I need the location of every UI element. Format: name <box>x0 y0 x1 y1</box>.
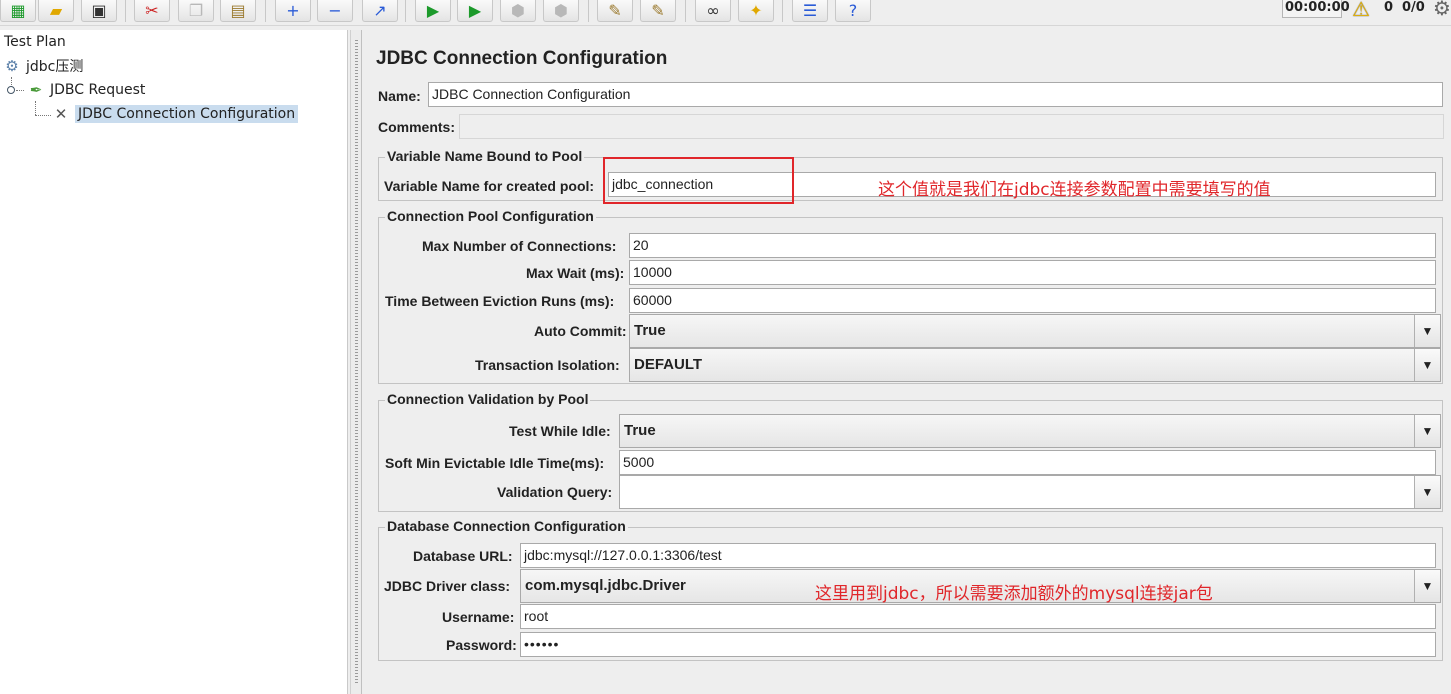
tree-node-label: Test Plan <box>4 34 66 50</box>
password-field[interactable]: •••••• <box>520 632 1436 657</box>
toolbar-separator <box>588 0 589 22</box>
tree-expand-toggle[interactable] <box>7 86 15 94</box>
tree-node-thread-group[interactable]: ⚙ jdbc压测 <box>2 55 83 77</box>
toolbar-separator <box>782 0 783 22</box>
warning-icon[interactable]: ⚠ <box>1352 0 1378 20</box>
tree-node-label: JDBC Request <box>50 82 146 98</box>
stop-icon[interactable]: ⬢ <box>500 0 536 22</box>
tree-node-label: jdbc压测 <box>26 59 84 75</box>
name-label: Name: <box>378 88 421 104</box>
comments-label: Comments: <box>378 119 456 135</box>
soft-min-idle-field[interactable]: 5000 <box>619 450 1436 475</box>
group-title: Connection Pool Configuration <box>385 208 596 224</box>
function-helper-icon[interactable]: ☰ <box>792 0 828 22</box>
chevron-down-icon[interactable]: ▼ <box>1414 349 1440 381</box>
transaction-isolation-value: DEFAULT <box>634 356 703 373</box>
pipette-icon: ✒ <box>29 81 43 99</box>
comments-field[interactable] <box>459 114 1444 139</box>
start-no-pause-icon[interactable]: ▶ <box>457 0 493 22</box>
max-connections-field[interactable]: 20 <box>629 233 1436 258</box>
annotation-variable-note: 这个值就是我们在jdbc连接参数配置中需要填写的值 <box>878 180 1271 200</box>
chevron-down-icon[interactable]: ▼ <box>1414 315 1440 347</box>
annotation-driver-note: 这里用到jdbc，所以需要添加额外的mysql连接jar包 <box>815 584 1213 604</box>
max-connections-label: Max Number of Connections: <box>422 238 617 254</box>
toolbar-separator <box>405 0 406 22</box>
toolbar-separator <box>125 0 126 22</box>
test-while-idle-select[interactable]: True ▼ <box>619 414 1441 448</box>
transaction-isolation-select[interactable]: DEFAULT ▼ <box>629 348 1441 382</box>
pane-splitter[interactable] <box>350 30 362 694</box>
warning-count: 0 <box>1384 0 1394 15</box>
group-title: Database Connection Configuration <box>385 518 628 534</box>
database-url-label: Database URL: <box>413 548 513 564</box>
jdbc-driver-value: com.mysql.jdbc.Driver <box>525 577 686 594</box>
gear-icon: ⚙ <box>1433 0 1451 20</box>
start-icon[interactable]: ▶ <box>415 0 451 22</box>
name-field[interactable]: JDBC Connection Configuration <box>428 82 1443 107</box>
auto-commit-value: True <box>634 322 666 339</box>
chevron-down-icon[interactable]: ▼ <box>1414 570 1440 602</box>
max-wait-label: Max Wait (ms): <box>526 265 625 281</box>
group-title: Variable Name Bound to Pool <box>385 148 585 164</box>
test-while-idle-value: True <box>624 422 656 439</box>
eviction-runs-label: Time Between Eviction Runs (ms): <box>385 293 615 309</box>
reset-search-icon[interactable]: ✦ <box>738 0 774 22</box>
password-label: Password: <box>446 637 517 653</box>
jdbc-driver-label: JDBC Driver class: <box>384 578 511 594</box>
templates-icon[interactable]: ▦ <box>0 0 36 22</box>
test-while-idle-label: Test While Idle: <box>509 423 611 439</box>
splitter-grip <box>355 40 358 684</box>
elapsed-timer: 00:00:00 <box>1282 0 1350 18</box>
copy-icon[interactable]: ❐ <box>178 0 214 22</box>
tree-connector <box>35 101 36 115</box>
expand-icon[interactable]: + <box>275 0 311 22</box>
tree-node-test-plan[interactable]: Test Plan <box>4 31 66 53</box>
auto-commit-select[interactable]: True ▼ <box>629 314 1441 348</box>
group-title: Connection Validation by Pool <box>385 391 591 407</box>
variable-name-label: Variable Name for created pool: <box>384 178 595 194</box>
test-plan-tree: Test Plan ⚙ jdbc压测 ✒ JDBC Request ✕ JDBC… <box>0 30 348 694</box>
toolbar-separator <box>265 0 266 22</box>
tree-connector <box>16 90 24 91</box>
tree-node-jdbc-request[interactable]: ✒ JDBC Request <box>26 79 146 101</box>
max-wait-field[interactable]: 10000 <box>629 260 1436 285</box>
clear-all-icon[interactable]: ✎ <box>640 0 676 22</box>
toggle-icon[interactable]: ↗ <box>362 0 398 22</box>
transaction-isolation-label: Transaction Isolation: <box>475 357 620 373</box>
help-icon[interactable]: ? <box>835 0 871 22</box>
search-icon[interactable]: ∞ <box>695 0 731 22</box>
toolbar-separator <box>685 0 686 22</box>
validation-query-label: Validation Query: <box>497 484 613 500</box>
chevron-down-icon[interactable]: ▼ <box>1414 476 1440 508</box>
tree-node-label: JDBC Connection Configuration <box>75 105 299 123</box>
page-title: JDBC Connection Configuration <box>376 48 668 69</box>
toolbar: ▦ ▰ ▣ ✂ ❐ ▤ + − ↗ ▶ ▶ ⬢ ⬢ ✎ ✎ ∞ ✦ ☰ ? 00… <box>0 0 1451 26</box>
tree-connector <box>35 115 51 116</box>
save-icon[interactable]: ▣ <box>81 0 117 22</box>
paste-icon[interactable]: ▤ <box>220 0 256 22</box>
annotation-highlight-box <box>603 157 794 204</box>
soft-min-idle-label: Soft Min Evictable Idle Time(ms): <box>385 455 605 471</box>
open-icon[interactable]: ▰ <box>38 0 74 22</box>
cut-icon[interactable]: ✂ <box>134 0 170 22</box>
active-threads-count: 0/0 <box>1402 0 1425 15</box>
clear-icon[interactable]: ✎ <box>597 0 633 22</box>
username-label: Username: <box>442 609 515 625</box>
thread-group-icon: ⚙ <box>5 57 19 75</box>
shutdown-icon[interactable]: ⬢ <box>543 0 579 22</box>
validation-query-select[interactable]: ▼ <box>619 475 1441 509</box>
eviction-runs-field[interactable]: 60000 <box>629 288 1436 313</box>
tree-node-jdbc-config[interactable]: ✕ JDBC Connection Configuration <box>51 103 299 125</box>
chevron-down-icon[interactable]: ▼ <box>1414 415 1440 447</box>
collapse-icon[interactable]: − <box>317 0 353 22</box>
database-url-field[interactable]: jdbc:mysql://127.0.0.1:3306/test <box>520 543 1436 568</box>
config-panel: JDBC Connection Configuration Name: JDBC… <box>363 30 1451 694</box>
username-field[interactable]: root <box>520 604 1436 629</box>
auto-commit-label: Auto Commit: <box>534 323 627 339</box>
wrench-icon: ✕ <box>54 105 68 123</box>
